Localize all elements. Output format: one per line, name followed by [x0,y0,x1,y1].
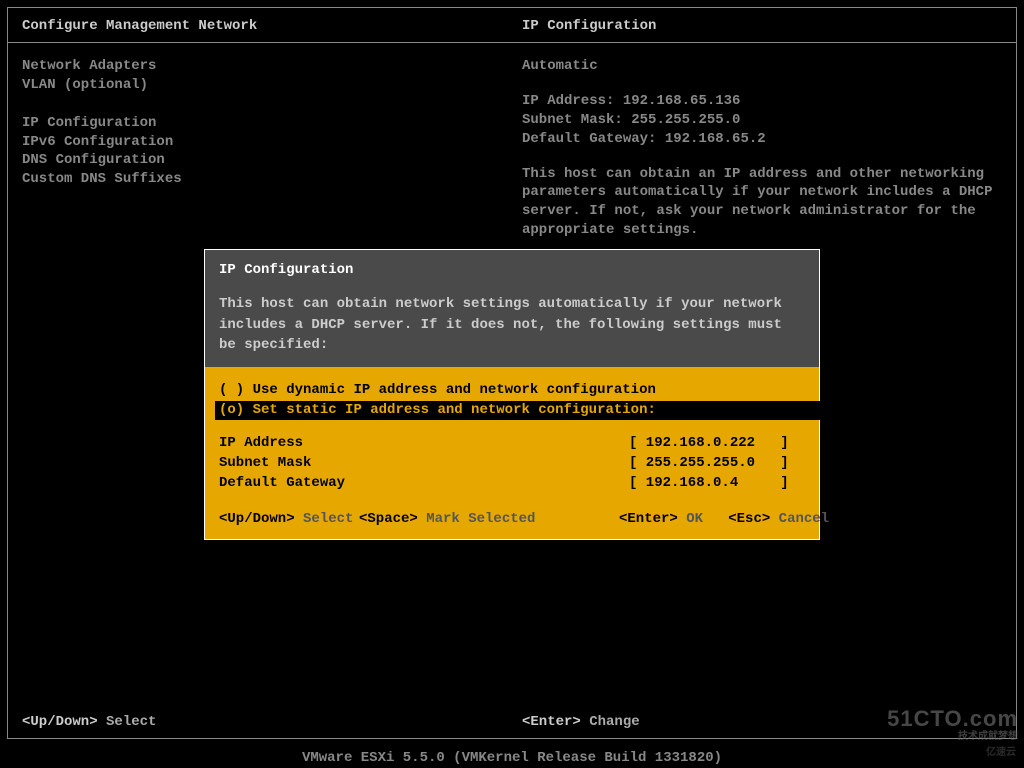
watermark-yisu: 亿速云 [986,743,1016,758]
field-default-gateway[interactable]: Default Gateway [ 192.168.0.4 ] [219,474,805,494]
footer-hints: <Up/Down> Select <Enter> Change [22,714,1002,730]
menu-item-vlan[interactable]: VLAN (optional) [22,76,522,95]
watermark-line2: 技术成就梦想 [887,731,1018,742]
dialog-spacer-1 [219,420,805,434]
menu-item-ip-configuration[interactable]: IP Configuration [22,114,522,133]
info-help-text: This host can obtain an IP address and o… [522,165,1002,241]
bottom-status-bar: VMware ESXi 5.5.0 (VMKernel Release Buil… [0,748,1024,768]
field-ip-value[interactable]: [ 192.168.0.222 ] [629,434,805,454]
field-gw-value[interactable]: [ 192.168.0.4 ] [629,474,805,494]
field-ip-address[interactable]: IP Address [ 192.168.0.222 ] [219,434,805,454]
menu-item-ipv6-configuration[interactable]: IPv6 Configuration [22,133,522,152]
radio-static-ip[interactable]: (o) Set static IP address and network co… [215,401,835,421]
menu-item-custom-dns-suffixes[interactable]: Custom DNS Suffixes [22,170,522,189]
footer-updown-key: <Up/Down> [22,714,98,730]
info-mode: Automatic [522,57,1002,76]
info-spacer-1 [522,76,1002,92]
dialog-body: ( ) Use dynamic IP address and network c… [205,367,819,539]
field-mask-value[interactable]: [ 255.255.255.0 ] [629,454,805,474]
info-ip: IP Address: 192.168.65.136 [522,92,1002,111]
ip-configuration-dialog: IP Configuration This host can obtain ne… [204,249,820,540]
header-row: Configure Management Network IP Configur… [8,8,1016,42]
info-column: Automatic IP Address: 192.168.65.136 Sub… [522,57,1002,240]
field-ip-label: IP Address [219,434,629,454]
info-spacer-2 [522,149,1002,165]
field-subnet-mask[interactable]: Subnet Mask [ 255.255.255.0 ] [219,454,805,474]
header-right-title: IP Configuration [522,18,1002,34]
footer-hint-left: <Up/Down> Select [22,714,522,730]
footer-enter-key: <Enter> [522,714,581,730]
dialog-header: IP Configuration This host can obtain ne… [205,250,819,367]
dialog-hints: <Up/Down> Select <Space> Mark Selected <… [219,511,805,527]
footer-enter-action: Change [589,714,639,730]
menu-spacer [22,95,522,114]
dialog-hint-updown: <Up/Down> Select [219,511,359,527]
field-gw-label: Default Gateway [219,474,629,494]
body-row: Network Adapters VLAN (optional) IP Conf… [8,43,1016,254]
radio-dynamic-ip[interactable]: ( ) Use dynamic IP address and network c… [219,381,805,401]
menu-item-network-adapters[interactable]: Network Adapters [22,57,522,76]
menu-item-dns-configuration[interactable]: DNS Configuration [22,151,522,170]
watermark-51cto: 51CTO.com 技术成就梦想 [887,707,1018,742]
dialog-hint-space: <Space> Mark Selected [359,511,619,527]
footer-updown-action: Select [106,714,156,730]
dialog-hint-enter-esc: <Enter> OK <Esc> Cancel [619,511,829,527]
info-mask: Subnet Mask: 255.255.255.0 [522,111,1002,130]
dialog-description: This host can obtain network settings au… [219,294,805,355]
info-gw: Default Gateway: 192.168.65.2 [522,130,1002,149]
dialog-title: IP Configuration [219,260,805,280]
header-left-title: Configure Management Network [22,18,522,34]
menu-column[interactable]: Network Adapters VLAN (optional) IP Conf… [22,57,522,240]
field-mask-label: Subnet Mask [219,454,629,474]
watermark-line1: 51CTO.com [887,707,1018,731]
